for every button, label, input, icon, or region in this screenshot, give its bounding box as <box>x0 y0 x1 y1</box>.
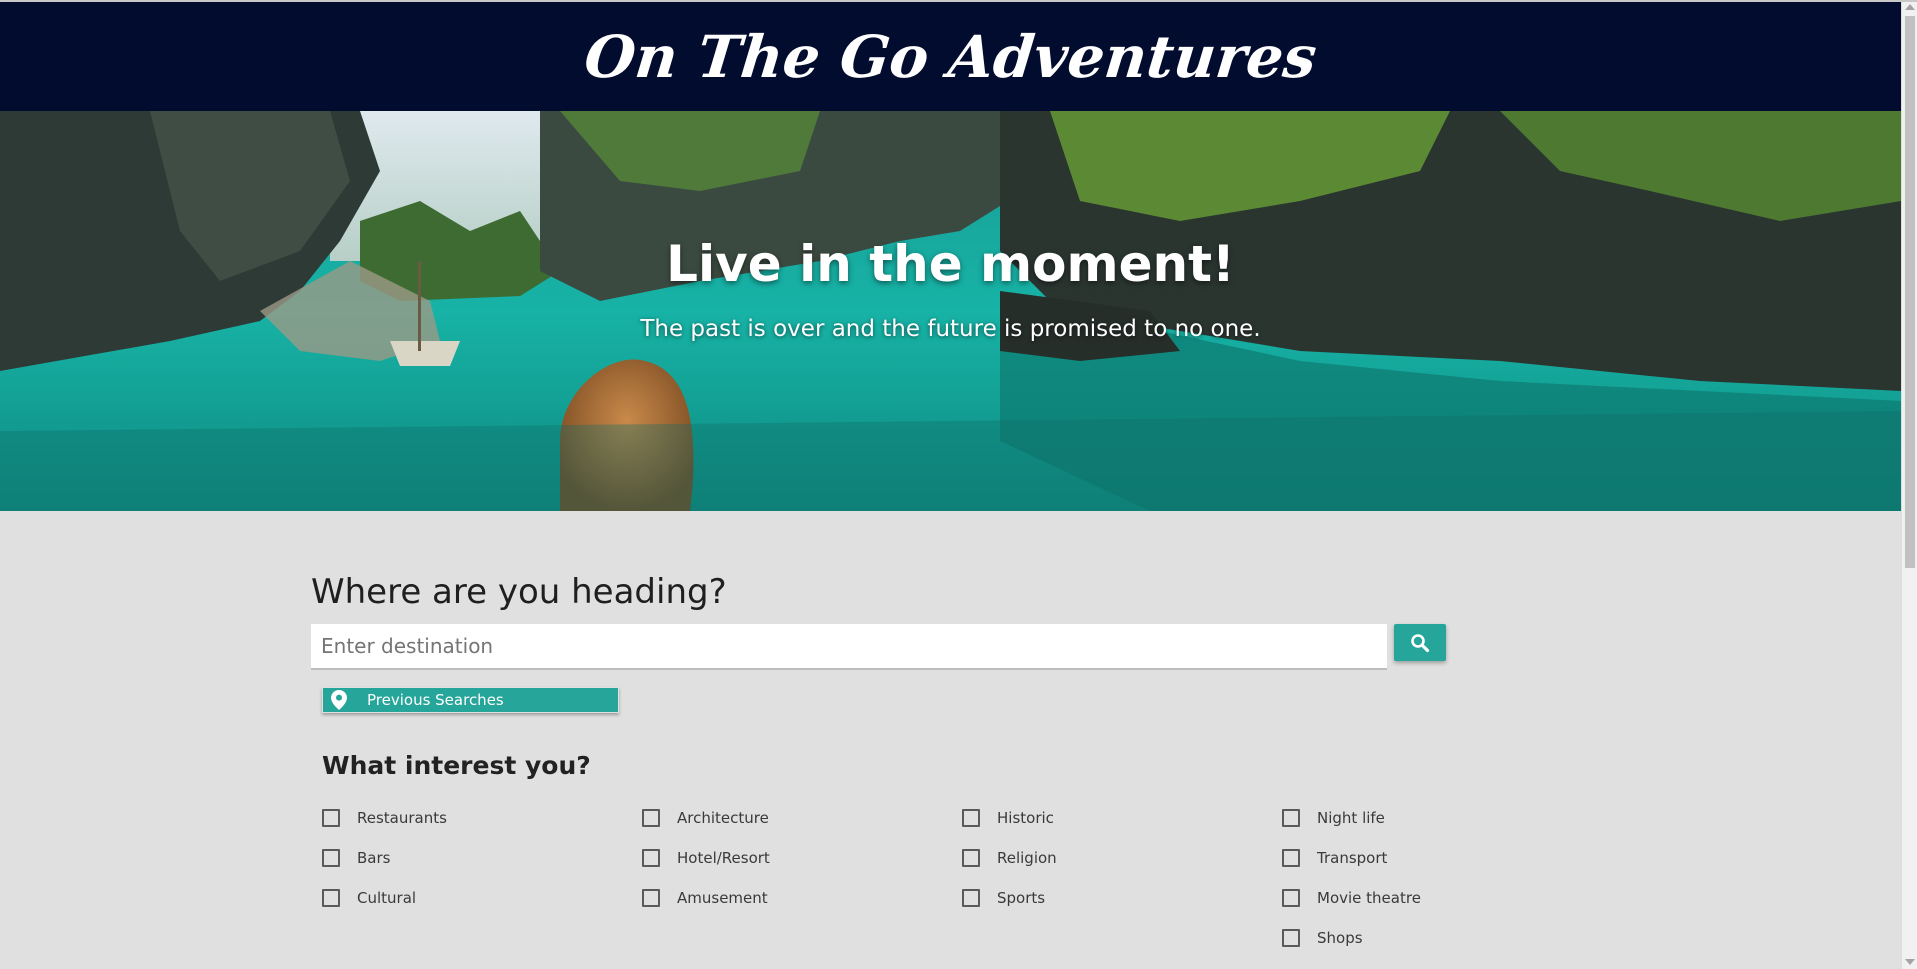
interest-label: Restaurants <box>357 809 447 827</box>
previous-searches-button[interactable]: Previous Searches <box>322 687 619 713</box>
destination-heading: Where are you heading? <box>311 572 727 612</box>
interest-label: Historic <box>997 809 1054 827</box>
scroll-up-arrow-icon[interactable] <box>1905 4 1915 10</box>
hero-subtitle: The past is over and the future is promi… <box>640 316 1261 342</box>
interest-label: Hotel/Resort <box>677 849 770 867</box>
site-header: On The Go Adventures <box>0 2 1901 111</box>
hero-title: Live in the moment! <box>666 235 1235 293</box>
checkbox-box[interactable] <box>1282 809 1300 827</box>
interest-transport-checkbox[interactable]: Transport <box>1282 849 1387 867</box>
interest-label: Shops <box>1317 929 1363 947</box>
checkbox-box[interactable] <box>962 809 980 827</box>
checkbox-box[interactable] <box>642 889 660 907</box>
checkbox-box[interactable] <box>962 889 980 907</box>
hero-overlay <box>0 111 1901 511</box>
hero-banner: Live in the moment! The past is over and… <box>0 111 1901 511</box>
interest-amusement-checkbox[interactable]: Amusement <box>642 889 768 907</box>
checkbox-box[interactable] <box>1282 849 1300 867</box>
interest-night-life-checkbox[interactable]: Night life <box>1282 809 1385 827</box>
scroll-down-arrow-icon[interactable] <box>1905 959 1915 965</box>
map-pin-icon <box>331 690 347 710</box>
scroll-thumb[interactable] <box>1905 16 1915 568</box>
search-button[interactable] <box>1394 624 1446 661</box>
interest-sports-checkbox[interactable]: Sports <box>962 889 1045 907</box>
checkbox-box[interactable] <box>322 849 340 867</box>
interest-religion-checkbox[interactable]: Religion <box>962 849 1057 867</box>
checkbox-box[interactable] <box>1282 889 1300 907</box>
interest-bars-checkbox[interactable]: Bars <box>322 849 390 867</box>
checkbox-box[interactable] <box>322 809 340 827</box>
checkbox-box[interactable] <box>322 889 340 907</box>
checkbox-box[interactable] <box>642 809 660 827</box>
interest-label: Architecture <box>677 809 769 827</box>
interest-label: Religion <box>997 849 1057 867</box>
interest-architecture-checkbox[interactable]: Architecture <box>642 809 769 827</box>
checkbox-box[interactable] <box>1282 929 1300 947</box>
interest-label: Movie theatre <box>1317 889 1421 907</box>
interest-shops-checkbox[interactable]: Shops <box>1282 929 1363 947</box>
checkbox-box[interactable] <box>962 849 980 867</box>
checkbox-box[interactable] <box>642 849 660 867</box>
interest-movie-theatre-checkbox[interactable]: Movie theatre <box>1282 889 1421 907</box>
interest-hotel-resort-checkbox[interactable]: Hotel/Resort <box>642 849 770 867</box>
interest-label: Cultural <box>357 889 417 907</box>
interest-label: Transport <box>1317 849 1388 867</box>
interest-label: Amusement <box>677 889 768 907</box>
interest-label: Night life <box>1317 809 1385 827</box>
destination-input[interactable] <box>311 624 1387 670</box>
interest-cultural-checkbox[interactable]: Cultural <box>322 889 416 907</box>
brand-logo[interactable]: On The Go Adventures <box>581 23 1319 91</box>
page-scrollbar[interactable] <box>1901 2 1917 969</box>
interest-historic-checkbox[interactable]: Historic <box>962 809 1054 827</box>
interest-label: Sports <box>997 889 1046 907</box>
interest-restaurants-checkbox[interactable]: Restaurants <box>322 809 447 827</box>
interests-heading: What interest you? <box>322 751 591 780</box>
interest-label: Bars <box>357 849 391 867</box>
previous-searches-label: Previous Searches <box>367 691 504 709</box>
search-icon <box>1411 633 1430 652</box>
